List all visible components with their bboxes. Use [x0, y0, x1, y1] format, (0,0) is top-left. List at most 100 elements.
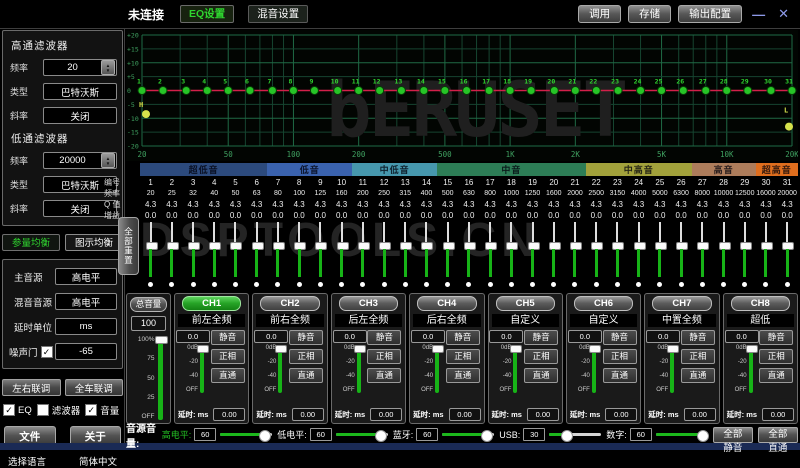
source-slider-track[interactable] — [549, 433, 601, 436]
master-fader-knob[interactable] — [155, 336, 168, 344]
source-slider-knob[interactable] — [697, 430, 709, 442]
channel-through-button[interactable]: 直通 — [446, 368, 480, 383]
noise-gate-checkbox[interactable]: ✓ — [41, 346, 53, 358]
recall-button[interactable]: 调用 — [578, 5, 621, 23]
channel-fader-knob[interactable] — [275, 345, 287, 353]
channel-phase-button[interactable]: 正相 — [289, 349, 323, 364]
band-gain-slider[interactable] — [458, 222, 479, 289]
channel-phase-button[interactable]: 正相 — [446, 349, 480, 364]
channel-fader[interactable]: 0dB-20-40OFF — [652, 345, 674, 393]
channel-fader[interactable]: 0dB-20-40OFF — [417, 345, 439, 393]
channel-mute-button[interactable]: 静音 — [603, 330, 637, 345]
band-gain-slider[interactable] — [692, 222, 713, 289]
band-gain-slider[interactable] — [564, 222, 585, 289]
hpf-frequency-input[interactable]: 20 ▲▼ — [43, 59, 117, 76]
close-icon[interactable]: ✕ — [775, 6, 792, 22]
channel-fader[interactable]: 0dB-20-40OFF — [339, 345, 361, 393]
band-gain-slider[interactable] — [755, 222, 776, 289]
band-gain-slider[interactable] — [204, 222, 225, 289]
source-slider-value[interactable]: 60 — [416, 428, 438, 441]
link-lr-button[interactable]: 左右联调 — [2, 379, 61, 396]
channel-fader[interactable]: 0dB-20-40OFF — [495, 345, 517, 393]
band-gain-slider[interactable] — [373, 222, 394, 289]
band-gain-slider[interactable] — [607, 222, 628, 289]
band-gain-slider[interactable] — [543, 222, 564, 289]
band-gain-slider[interactable] — [161, 222, 182, 289]
source-slider-knob[interactable] — [481, 430, 493, 442]
channel-mute-button[interactable]: 静音 — [759, 330, 793, 345]
band-gain-slider[interactable] — [267, 222, 288, 289]
channel-through-button[interactable]: 直通 — [681, 368, 715, 383]
band-gain-slider[interactable] — [246, 222, 267, 289]
mute-all-button[interactable]: 全部静音 — [713, 427, 753, 443]
channel-select-button[interactable]: CH7 — [652, 296, 711, 311]
tab-mix-settings[interactable]: 混音设置 — [248, 5, 308, 23]
band-gain-slider[interactable] — [352, 222, 373, 289]
graphic-eq-button[interactable]: 图示均衡 — [65, 234, 123, 251]
source-slider-track[interactable] — [336, 433, 388, 436]
source-slider-value[interactable]: 60 — [194, 428, 216, 441]
channel-mute-button[interactable]: 静音 — [681, 330, 715, 345]
channel-fader-track[interactable] — [749, 345, 753, 393]
minimize-icon[interactable]: — — [749, 7, 768, 22]
band-gain-slider[interactable] — [437, 222, 458, 289]
channel-through-button[interactable]: 直通 — [211, 368, 245, 383]
channel-through-button[interactable]: 直通 — [603, 368, 637, 383]
channel-fader[interactable]: 0dB-20-40OFF — [260, 345, 282, 393]
noise-gate-value[interactable]: -65 — [55, 343, 117, 360]
through-all-button[interactable]: 全部直通 — [758, 427, 798, 443]
hpf-type-select[interactable]: 巴特沃斯 — [43, 83, 117, 100]
tab-eq-settings[interactable]: EQ设置 — [180, 5, 234, 23]
main-source-select[interactable]: 高电平 — [55, 268, 117, 285]
source-slider-value[interactable]: 60 — [310, 428, 332, 441]
band-gain-slider[interactable] — [182, 222, 203, 289]
channel-phase-button[interactable]: 正相 — [603, 349, 637, 364]
band-gain-slider[interactable] — [734, 222, 755, 289]
band-gain-slider[interactable] — [649, 222, 670, 289]
channel-phase-button[interactable]: 正相 — [524, 349, 558, 364]
channel-mute-button[interactable]: 静音 — [211, 330, 245, 345]
band-gain-slider[interactable] — [670, 222, 691, 289]
channel-fader-knob[interactable] — [354, 345, 366, 353]
channel-through-button[interactable]: 直通 — [367, 368, 401, 383]
link-car-button[interactable]: 全车联调 — [65, 379, 124, 396]
band-gain-slider[interactable] — [480, 222, 501, 289]
channel-fader-track[interactable] — [513, 345, 517, 393]
channel-fader-track[interactable] — [670, 345, 674, 393]
lpf-frequency-input[interactable]: 20000 ▲▼ — [43, 152, 117, 169]
source-slider-track[interactable] — [656, 433, 708, 436]
spinner-icon[interactable]: ▲▼ — [101, 60, 115, 75]
channel-select-button[interactable]: CH4 — [417, 296, 476, 311]
channel-mute-button[interactable]: 静音 — [524, 330, 558, 345]
channel-fader-track[interactable] — [357, 345, 361, 393]
channel-fader-knob[interactable] — [510, 345, 522, 353]
delay-unit-select[interactable]: ms — [55, 318, 117, 335]
channel-fader-track[interactable] — [200, 345, 204, 393]
band-gain-slider[interactable] — [416, 222, 437, 289]
channel-phase-button[interactable]: 正相 — [681, 349, 715, 364]
sync-checkbox-滤波器[interactable] — [37, 404, 49, 416]
source-slider-knob[interactable] — [375, 430, 387, 442]
band-gain-slider[interactable] — [628, 222, 649, 289]
band-gain-slider[interactable] — [522, 222, 543, 289]
channel-fader[interactable]: 0dB-20-40OFF — [731, 345, 753, 393]
channel-select-button[interactable]: CH8 — [731, 296, 790, 311]
channel-fader[interactable]: 0dB-20-40OFF — [574, 345, 596, 393]
source-slider-track[interactable] — [220, 433, 272, 436]
band-gain-slider[interactable] — [310, 222, 331, 289]
band-gain-slider[interactable] — [501, 222, 522, 289]
band-gain-slider[interactable] — [289, 222, 310, 289]
channel-phase-button[interactable]: 正相 — [367, 349, 401, 364]
channel-phase-button[interactable]: 正相 — [211, 349, 245, 364]
reset-all-button[interactable]: 全部重置 — [118, 217, 139, 275]
master-volume-button[interactable]: 总音量 — [130, 297, 167, 312]
mix-source-select[interactable]: 高电平 — [55, 293, 117, 310]
source-slider-knob[interactable] — [561, 430, 573, 442]
channel-fader-knob[interactable] — [589, 345, 601, 353]
output-config-button[interactable]: 输出配置 — [678, 5, 742, 23]
channel-fader-track[interactable] — [592, 345, 596, 393]
band-gain-slider[interactable] — [331, 222, 352, 289]
channel-fader-knob[interactable] — [667, 345, 679, 353]
band-gain-slider[interactable] — [777, 222, 798, 289]
band-gain-slider[interactable] — [713, 222, 734, 289]
